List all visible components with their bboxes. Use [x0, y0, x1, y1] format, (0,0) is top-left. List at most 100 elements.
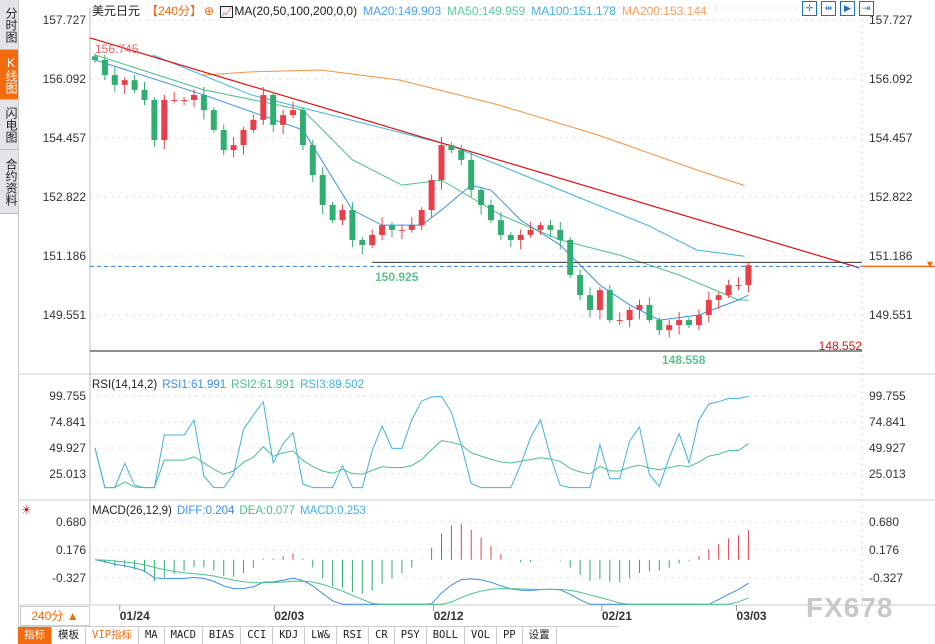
toolbar-vip-indicators[interactable]: VIP指标	[86, 627, 139, 644]
candle	[240, 129, 247, 146]
ma20-value: MA20:149.903	[363, 4, 442, 18]
symbol-name: 美元日元	[92, 4, 141, 18]
diff-line	[94, 559, 749, 605]
y-tick-label-left: 149.551	[43, 308, 87, 322]
x-tick-label: 03/03	[737, 609, 767, 623]
y-tick-label-right: 25.013	[869, 467, 906, 481]
candle	[695, 315, 702, 326]
timeframe-label: 【240分】	[146, 4, 203, 18]
candle	[577, 274, 584, 296]
toolbar-cci[interactable]: CCI	[241, 627, 274, 644]
y-tick-label-left: 0.176	[56, 543, 86, 557]
candle	[299, 110, 306, 146]
candle	[428, 180, 435, 211]
candle	[369, 234, 376, 246]
candle	[260, 94, 267, 120]
trend-line	[89, 37, 860, 269]
toolbar-indicators[interactable]: 指标	[18, 627, 52, 644]
x-tick-label: 02/21	[602, 609, 632, 623]
candle	[676, 320, 683, 326]
candle	[606, 290, 613, 321]
timeframe-button[interactable]: 240分 ▲	[20, 606, 90, 626]
y-tick-label-left: 152.822	[43, 190, 87, 204]
candle	[715, 295, 722, 300]
candle	[92, 56, 98, 60]
y-tick-label-left: 49.927	[49, 441, 86, 455]
ma200-value: MA200:153.144	[621, 4, 707, 18]
x-tick-label: 02/03	[274, 609, 304, 623]
candle	[270, 94, 277, 125]
toolbar-cr[interactable]: CR	[369, 627, 395, 644]
toolbar-templates[interactable]: 模板	[52, 627, 86, 644]
macd-params: MACD(26,12,9)	[92, 505, 172, 517]
zoom-range-icon[interactable]: ⇹	[821, 1, 836, 16]
candle	[319, 175, 326, 205]
candle	[557, 229, 564, 240]
go-to-end-icon[interactable]: ⇥	[859, 1, 874, 16]
toolbar-lw[interactable]: LW&	[305, 627, 338, 644]
high-label: 156.745	[95, 42, 139, 56]
candle	[527, 229, 534, 235]
toolbar-rsi[interactable]: RSI	[337, 627, 370, 644]
candle	[181, 99, 188, 101]
crosshair-icon[interactable]: ✛	[802, 1, 817, 16]
rsi2-value: RSI2:61.991	[231, 379, 296, 391]
toolbar-pp[interactable]: PP	[496, 627, 523, 644]
macd-value: MACD:0.253	[300, 505, 366, 517]
play-forward-icon[interactable]: ▶	[840, 1, 855, 16]
y-tick-label-right: 0.176	[869, 543, 899, 557]
chart-canvas[interactable]: 157.727 157.727 156.092 156.092 154.457 154.4…	[0, 0, 935, 643]
candle	[656, 320, 663, 331]
y-tick-label-right: 152.822	[869, 190, 913, 204]
support-label: 150.925	[375, 270, 419, 284]
candle	[210, 110, 217, 130]
candle	[478, 189, 485, 205]
y-tick-label-right: 149.551	[869, 308, 913, 322]
toolbar-kdj[interactable]: KDJ	[273, 627, 306, 644]
y-tick-label-left: 25.013	[49, 467, 86, 481]
candle	[725, 285, 732, 296]
main-chart-header: 美元日元 【240分】 ⊕ 📈 MA(20,50,100,200,0,0) MA20:14…	[92, 2, 713, 19]
candle	[309, 145, 316, 176]
y-tick-label-left: 0.680	[56, 515, 86, 529]
y-tick-label-right: 151.186	[869, 249, 913, 263]
candle	[438, 145, 445, 181]
candle	[418, 210, 425, 226]
y-tick-label-left: -0.327	[52, 571, 86, 585]
ma-indicator-icon[interactable]: 📈	[220, 6, 234, 18]
macd-header: MACD(26,12,9) DIFF:0.204 DEA:0.077 MACD:0.2…	[92, 505, 371, 517]
y-tick-label-left: 157.727	[43, 13, 87, 27]
toolbar-ma[interactable]: MA	[138, 627, 165, 644]
candle	[596, 290, 603, 310]
candle	[587, 295, 593, 310]
indicator-settings-icon[interactable]: ☀	[21, 503, 32, 517]
candle	[408, 225, 415, 230]
candle	[101, 59, 108, 76]
toolbar-bias[interactable]: BIAS	[202, 627, 242, 644]
y-tick-label-right: -0.327	[869, 571, 903, 585]
candle	[349, 210, 356, 240]
toolbar-settings[interactable]: 设置	[522, 627, 557, 644]
rsi1-value: RSI1:61.991	[162, 379, 227, 391]
toolbar-macd[interactable]: MACD	[164, 627, 203, 644]
y-tick-label-right: 99.755	[869, 389, 906, 403]
low-line-label: 148.552	[819, 339, 863, 353]
toolbar-psy[interactable]: PSY	[394, 627, 427, 644]
toolbar-vol[interactable]: VOL	[465, 627, 497, 644]
y-tick-label-left: 99.755	[49, 389, 86, 403]
candle	[507, 234, 514, 240]
y-tick-label-left: 154.457	[43, 131, 87, 145]
diff-value: DIFF:0.204	[176, 505, 235, 517]
crosshair-toggle-icon[interactable]: ⊕	[204, 4, 214, 18]
candle	[626, 309, 633, 321]
candle	[547, 225, 554, 230]
candle	[735, 285, 742, 287]
candle	[567, 239, 574, 275]
candle	[616, 320, 623, 322]
candle	[151, 99, 158, 141]
candle	[517, 234, 524, 240]
toolbar-boll[interactable]: BOLL	[426, 627, 466, 644]
y-tick-label-right: 49.927	[869, 441, 906, 455]
candle	[497, 220, 504, 235]
candle	[379, 225, 386, 235]
